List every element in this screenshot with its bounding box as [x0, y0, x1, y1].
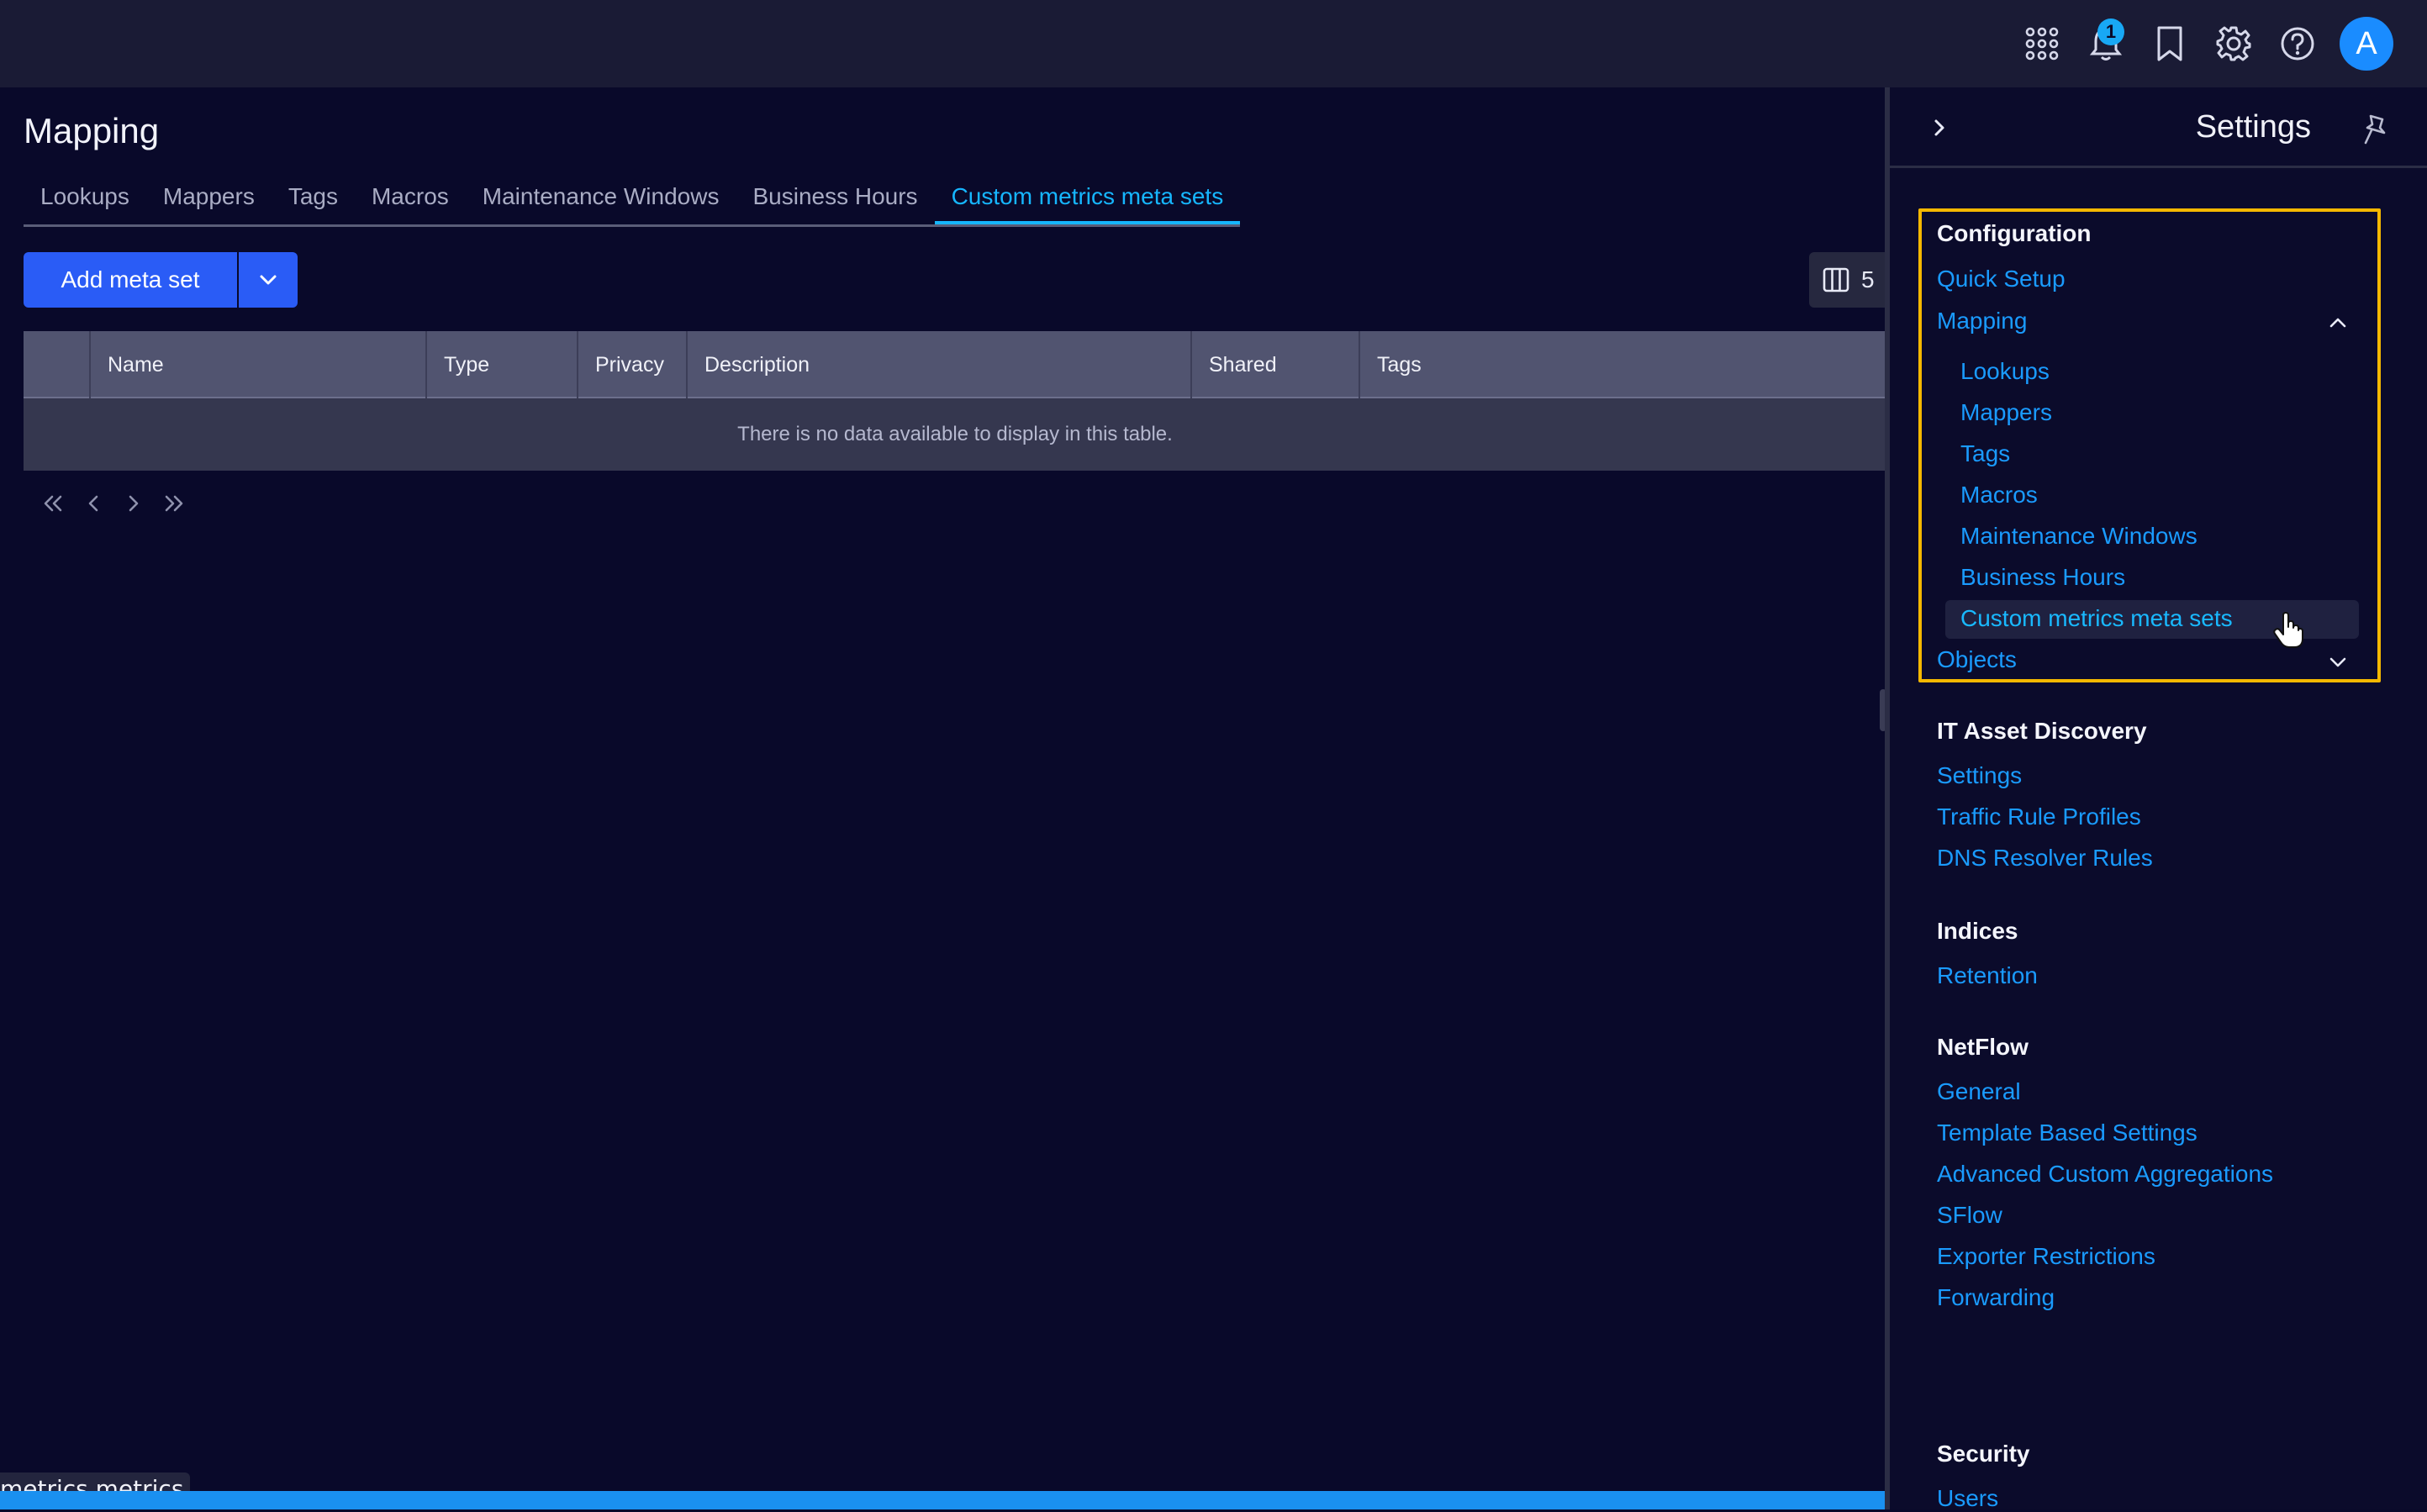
avatar[interactable]: A — [2340, 17, 2393, 71]
chevron-right-icon — [1934, 119, 1944, 136]
tab-macros[interactable]: Macros — [355, 180, 466, 224]
top-bar-actions: 1 A — [2010, 0, 2393, 87]
table-header: Name Type Privacy Description Shared Tag… — [24, 331, 1886, 398]
settings-panel-title: Settings — [2195, 109, 2311, 145]
notification-badge: 1 — [2097, 18, 2124, 45]
tab-business-hours[interactable]: Business Hours — [736, 180, 934, 224]
tab-mappers[interactable]: Mappers — [146, 180, 272, 224]
nav-exporter-restrictions[interactable]: Exporter Restrictions — [1937, 1243, 2155, 1270]
section-configuration: Configuration — [1937, 220, 2092, 246]
column-header-privacy[interactable]: Privacy — [578, 331, 688, 398]
nav-mapping-business-hours[interactable]: Business Hours — [1960, 564, 2125, 591]
top-bar: 1 A — [0, 0, 2427, 87]
nav-dns-resolver-rules[interactable]: DNS Resolver Rules — [1937, 845, 2153, 872]
add-meta-set-dropdown-button[interactable] — [239, 252, 298, 308]
chevron-down-icon — [260, 275, 277, 285]
last-page-icon[interactable] — [163, 491, 185, 516]
section-netflow: NetFlow — [1937, 1034, 2029, 1060]
first-page-icon[interactable] — [42, 491, 64, 516]
section-indices: Indices — [1937, 918, 2018, 944]
nav-mapping-custom-metrics-meta-sets[interactable]: Custom metrics meta sets — [1960, 605, 2233, 632]
nav-retention[interactable]: Retention — [1937, 962, 2038, 989]
column-header-name[interactable]: Name — [91, 331, 427, 398]
hand-cursor-icon — [2273, 612, 2303, 648]
nav-mapping-macros[interactable]: Macros — [1960, 482, 2038, 508]
chevron-up-icon[interactable] — [2325, 313, 2350, 333]
bookmark-icon[interactable] — [2138, 12, 2202, 76]
apps-grid-icon[interactable] — [2010, 12, 2074, 76]
settings-panel: Settings Configuration Quick Setup Mappi… — [1890, 87, 2427, 1512]
nav-mapping-maintenance-windows[interactable]: Maintenance Windows — [1960, 523, 2197, 550]
column-count: 5 — [1861, 266, 1875, 292]
collapse-panel-button[interactable] — [1927, 113, 1952, 143]
nav-users[interactable]: Users — [1937, 1485, 1998, 1512]
column-toggle-button[interactable]: 5 — [1809, 252, 1886, 308]
select-column-header[interactable] — [24, 331, 91, 398]
nav-mapping-tags[interactable]: Tags — [1960, 440, 2010, 467]
chevron-down-icon[interactable] — [2325, 652, 2350, 672]
nav-quick-setup[interactable]: Quick Setup — [1937, 266, 2066, 292]
loading-progress-bar — [0, 1491, 1886, 1509]
table-empty-message: There is no data available to display in… — [24, 398, 1886, 471]
next-page-icon[interactable] — [123, 491, 145, 516]
nav-mapping-mappers[interactable]: Mappers — [1960, 399, 2052, 426]
nav-settings[interactable]: Settings — [1937, 762, 2022, 789]
help-icon[interactable] — [2266, 12, 2329, 76]
column-header-shared[interactable]: Shared — [1192, 331, 1360, 398]
nav-sflow[interactable]: SFlow — [1937, 1202, 2002, 1229]
columns-icon — [1823, 267, 1849, 292]
nav-general[interactable]: General — [1937, 1078, 2021, 1105]
column-header-description[interactable]: Description — [688, 331, 1192, 398]
notifications-button[interactable]: 1 — [2074, 12, 2138, 76]
nav-mapping-lookups[interactable]: Lookups — [1960, 358, 2050, 385]
nav-advanced-custom-aggregations[interactable]: Advanced Custom Aggregations — [1937, 1161, 2273, 1188]
column-header-tags[interactable]: Tags — [1360, 331, 1886, 398]
prev-page-icon[interactable] — [82, 491, 104, 516]
tab-lookups[interactable]: Lookups — [24, 180, 146, 224]
tab-custom-metrics-meta-sets[interactable]: Custom metrics meta sets — [934, 180, 1241, 224]
nav-objects[interactable]: Objects — [1937, 646, 2017, 673]
pin-icon — [2364, 114, 2386, 145]
pin-panel-button[interactable] — [2360, 113, 2390, 146]
nav-mapping[interactable]: Mapping — [1937, 308, 2027, 335]
nav-traffic-rule-profiles[interactable]: Traffic Rule Profiles — [1937, 803, 2141, 830]
add-meta-set-button[interactable]: Add meta set — [24, 252, 237, 308]
nav-template-based-settings[interactable]: Template Based Settings — [1937, 1120, 2197, 1146]
tab-tags[interactable]: Tags — [272, 180, 355, 224]
tab-bar: Lookups Mappers Tags Macros Maintenance … — [24, 180, 1241, 227]
page-title: Mapping — [24, 111, 160, 150]
tab-maintenance-windows[interactable]: Maintenance Windows — [466, 180, 736, 224]
settings-panel-header: Settings — [1890, 87, 2427, 168]
meta-sets-table: Name Type Privacy Description Shared Tag… — [24, 331, 1886, 471]
column-header-type[interactable]: Type — [427, 331, 578, 398]
main-content: Mapping Lookups Mappers Tags Macros Main… — [0, 87, 1886, 1509]
section-security: Security — [1937, 1441, 2030, 1467]
nav-forwarding[interactable]: Forwarding — [1937, 1284, 2055, 1311]
gear-icon[interactable] — [2202, 12, 2266, 76]
section-it-asset-discovery: IT Asset Discovery — [1937, 718, 2147, 744]
pagination — [42, 491, 185, 516]
